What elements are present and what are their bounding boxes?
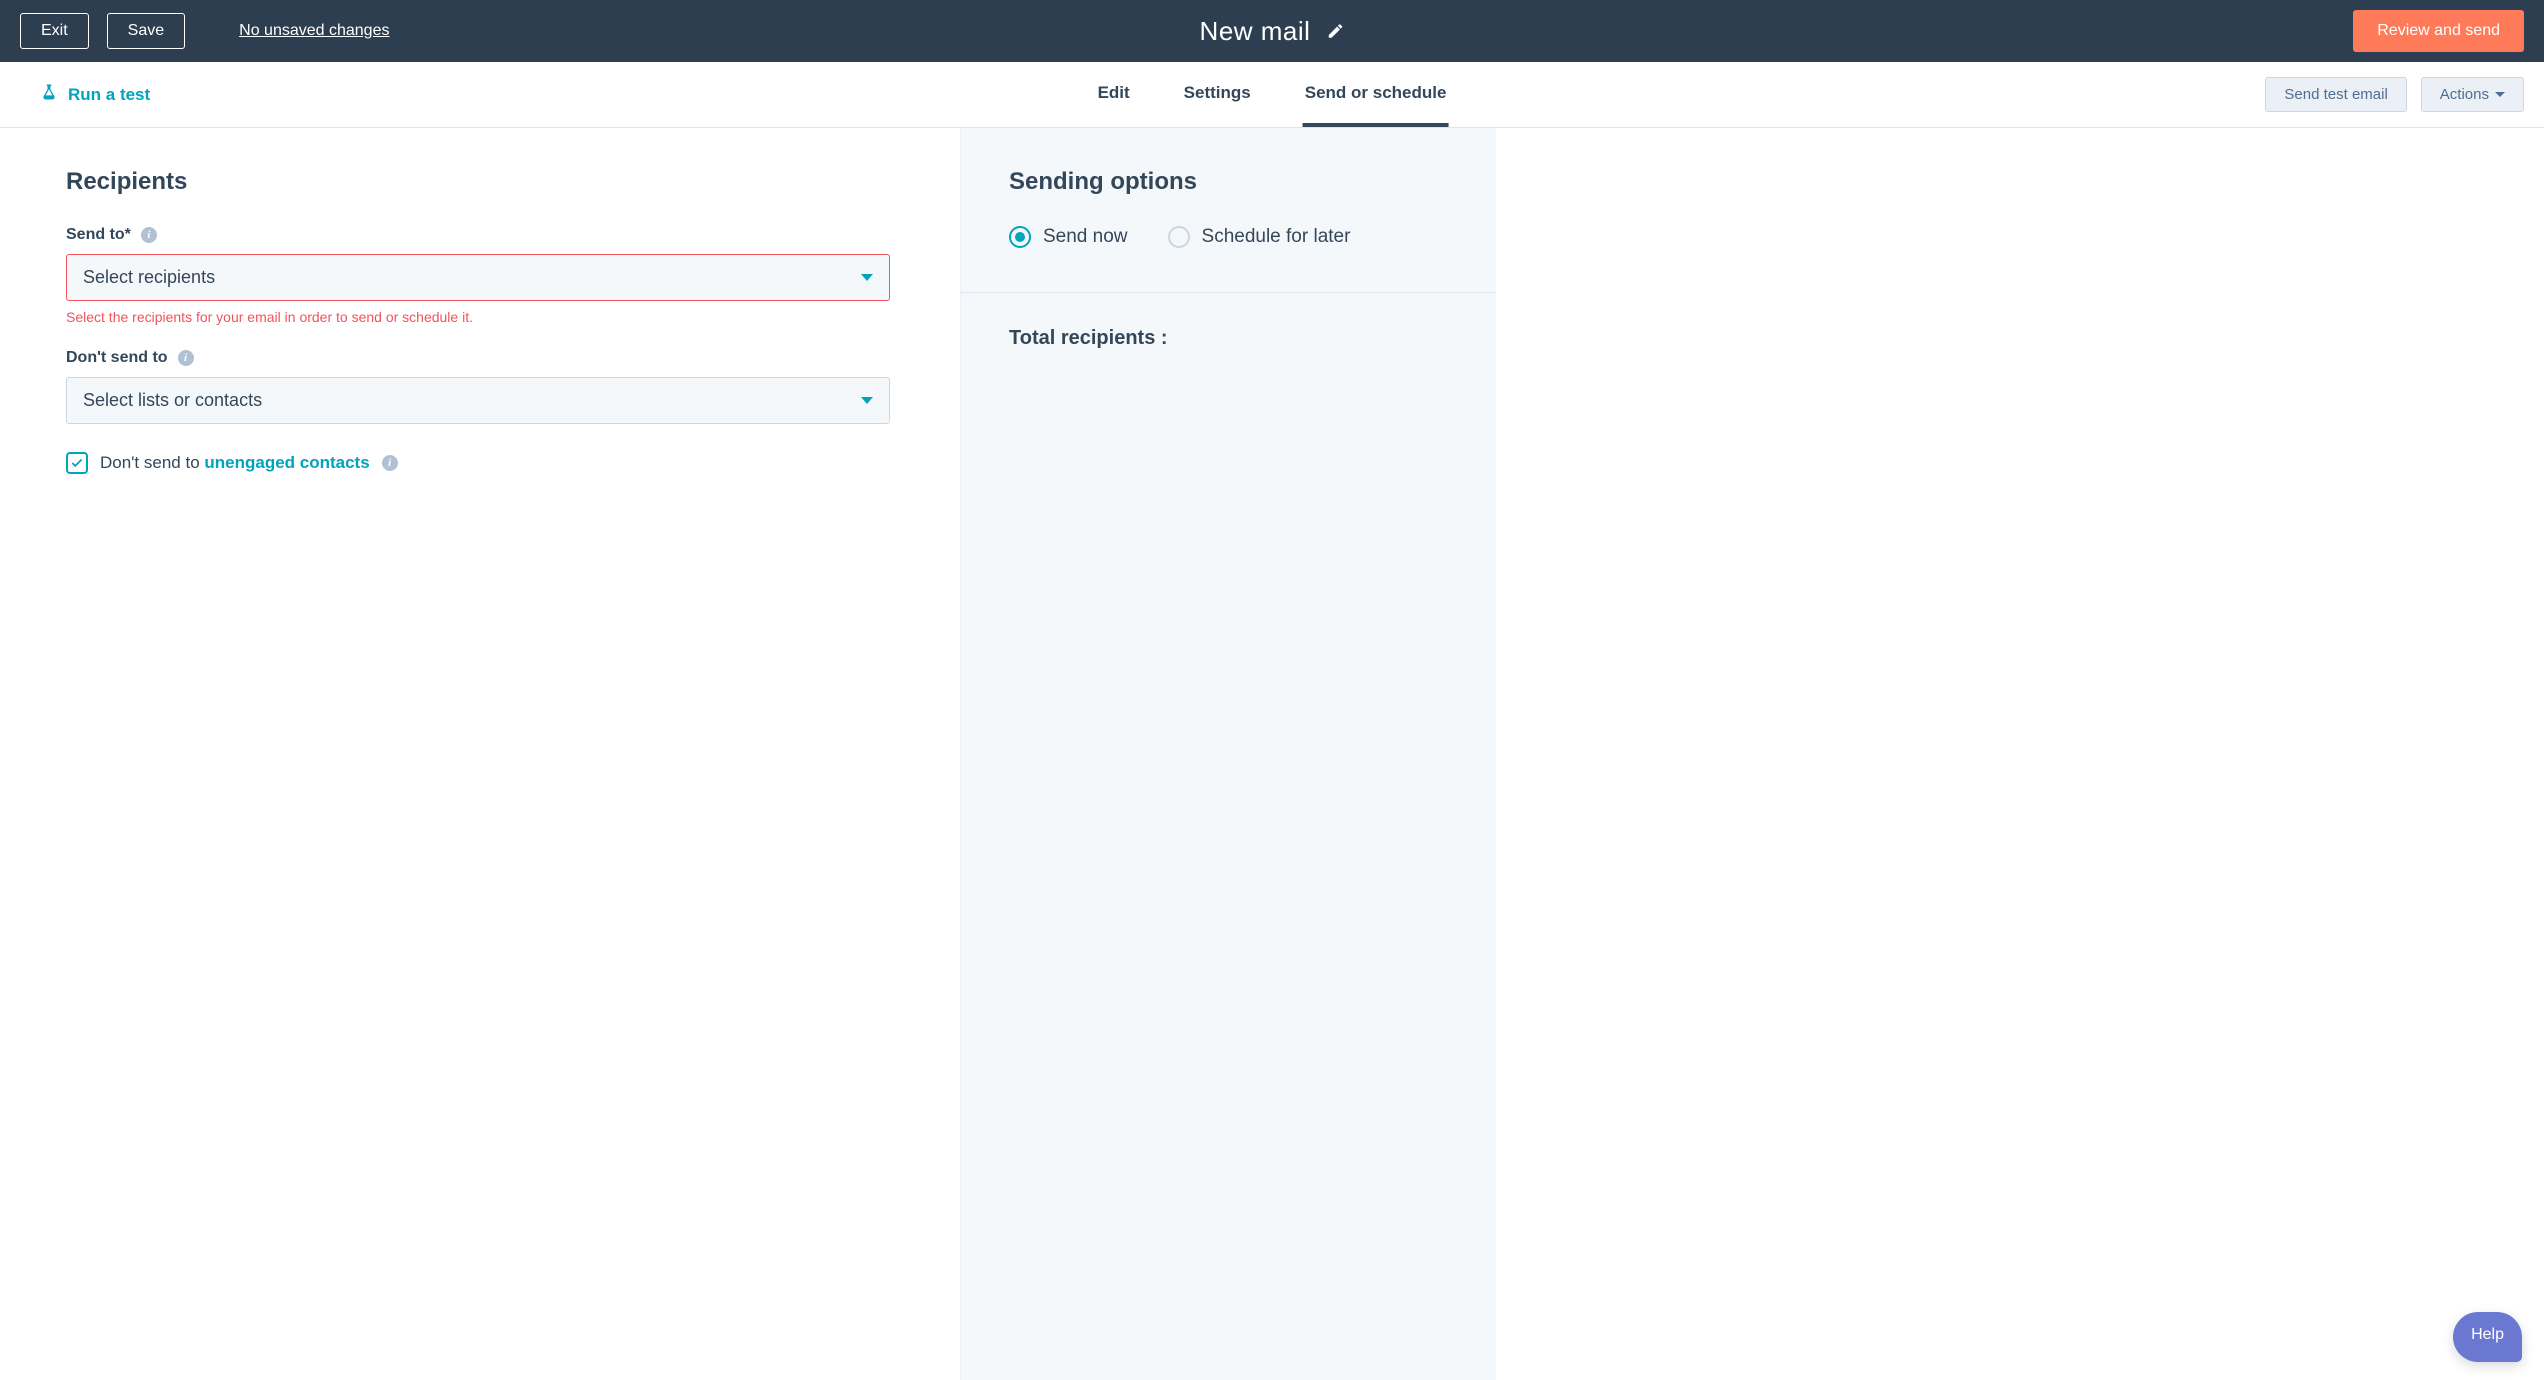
save-button[interactable]: Save (107, 13, 185, 49)
info-icon[interactable]: i (178, 350, 194, 366)
unengaged-prefix: Don't send to (100, 453, 204, 472)
radio-send-now-label: Send now (1043, 226, 1128, 248)
total-recipients-label: Total recipients : (1009, 327, 1448, 350)
exit-button[interactable]: Exit (20, 13, 89, 49)
caret-down-icon (2495, 92, 2505, 97)
top-bar-left: Exit Save No unsaved changes (20, 13, 389, 49)
unsaved-changes-link[interactable]: No unsaved changes (239, 22, 389, 40)
unengaged-checkbox-label: Don't send to unengaged contacts (100, 453, 370, 473)
divider (961, 292, 1496, 293)
page-title: New mail (1200, 16, 1311, 47)
top-bar: Exit Save No unsaved changes New mail Re… (0, 0, 2544, 62)
recipients-panel: Recipients Send to* i Select recipients … (0, 128, 960, 1380)
send-to-placeholder: Select recipients (83, 267, 215, 288)
caret-down-icon (861, 397, 873, 404)
unengaged-checkbox[interactable] (66, 452, 88, 474)
sending-options-panel: Sending options Send now Schedule for la… (960, 128, 1496, 1380)
run-a-test-link[interactable]: Run a test (40, 83, 150, 106)
dont-send-to-placeholder: Select lists or contacts (83, 390, 262, 411)
tabs: Edit Settings Send or schedule (1096, 62, 1449, 127)
radio-send-now[interactable]: Send now (1009, 226, 1128, 248)
tab-send-or-schedule[interactable]: Send or schedule (1303, 62, 1449, 127)
top-bar-center: New mail (1200, 16, 1345, 47)
tabs-bar: Run a test Edit Settings Send or schedul… (0, 62, 2544, 128)
sending-options-heading: Sending options (1009, 168, 1448, 196)
send-to-select[interactable]: Select recipients (66, 254, 890, 301)
help-button[interactable]: Help (2453, 1312, 2522, 1362)
sending-options-radios: Send now Schedule for later (1009, 226, 1448, 248)
send-to-error-text: Select the recipients for your email in … (66, 309, 890, 325)
run-a-test-label: Run a test (68, 85, 150, 105)
actions-label: Actions (2440, 86, 2489, 103)
main: Recipients Send to* i Select recipients … (0, 128, 2544, 1380)
info-icon[interactable]: i (141, 227, 157, 243)
send-to-label: Send to* (66, 226, 131, 244)
send-test-email-button[interactable]: Send test email (2265, 77, 2406, 112)
caret-down-icon (861, 274, 873, 281)
edit-title-icon[interactable] (1326, 22, 1344, 40)
radio-schedule-later-label: Schedule for later (1202, 226, 1351, 248)
send-to-field: Send to* i Select recipients Select the … (66, 226, 890, 325)
radio-icon (1168, 226, 1190, 248)
review-and-send-button[interactable]: Review and send (2353, 10, 2524, 52)
unengaged-checkbox-row: Don't send to unengaged contacts i (66, 452, 890, 474)
dont-send-to-label: Don't send to (66, 349, 168, 367)
radio-icon (1009, 226, 1031, 248)
recipients-heading: Recipients (66, 168, 890, 196)
dont-send-to-field: Don't send to i Select lists or contacts (66, 349, 890, 424)
actions-dropdown-button[interactable]: Actions (2421, 77, 2524, 112)
unengaged-contacts-link[interactable]: unengaged contacts (204, 453, 369, 472)
tab-edit[interactable]: Edit (1096, 62, 1132, 127)
check-icon (70, 456, 84, 470)
radio-schedule-later[interactable]: Schedule for later (1168, 226, 1351, 248)
tab-settings[interactable]: Settings (1182, 62, 1253, 127)
tabs-bar-right: Send test email Actions (2265, 77, 2524, 112)
info-icon[interactable]: i (382, 455, 398, 471)
dont-send-to-select[interactable]: Select lists or contacts (66, 377, 890, 424)
flask-icon (40, 83, 58, 106)
